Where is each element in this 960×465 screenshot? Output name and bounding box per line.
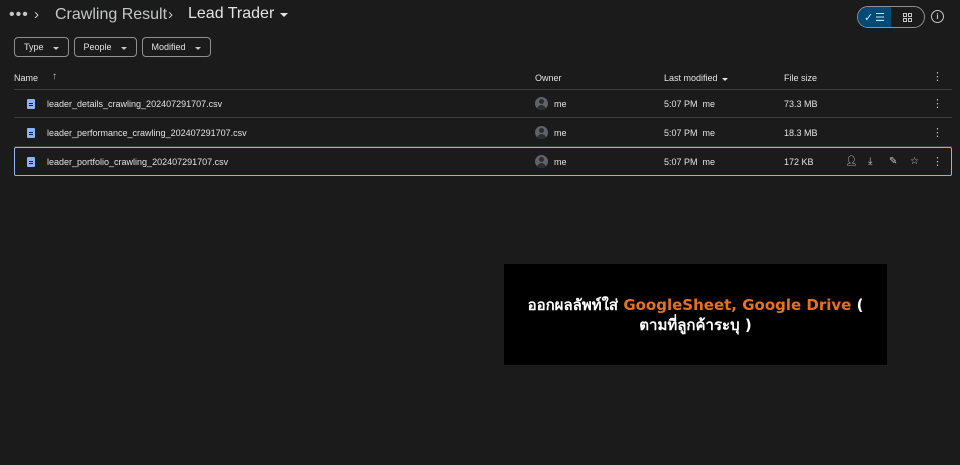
file-size: 73.3 MB	[784, 99, 818, 109]
filter-modified-label: Modified	[151, 42, 186, 52]
caption-overlay: ออกผลลัพท์ใส่ GoogleSheet, Google Drive …	[504, 264, 887, 365]
sort-up-icon[interactable]: ↑	[52, 71, 57, 82]
dropdown-caret-icon	[280, 13, 289, 17]
chevron-down-icon	[194, 46, 201, 50]
breadcrumb-parent[interactable]: Crawling Result	[55, 6, 167, 24]
list-view-button[interactable]: ✓ ☰	[858, 7, 891, 27]
table-row[interactable]: leader_performance_crawling_202407291707…	[14, 119, 952, 147]
file-owner: me	[554, 157, 567, 167]
more-vert-icon[interactable]: ⋮	[932, 155, 943, 168]
file-name: leader_portfolio_crawling_202407291707.c…	[47, 157, 229, 167]
sort-down-icon	[721, 77, 728, 81]
download-icon[interactable]: ⤓	[868, 156, 872, 167]
info-icon[interactable]: i	[931, 10, 944, 23]
file-name: leader_details_crawling_202407291707.csv	[47, 99, 223, 109]
column-last-modified-label: Last modified	[664, 73, 718, 83]
grid-icon	[903, 12, 912, 22]
star-icon[interactable]: ☆	[910, 156, 919, 167]
more-vert-icon[interactable]: ⋮	[932, 70, 943, 83]
file-size: 172 KB	[784, 157, 814, 167]
more-vert-icon[interactable]: ⋮	[932, 126, 943, 139]
filter-bar: Type People Modified	[14, 37, 211, 57]
table-row-selected[interactable]: leader_portfolio_crawling_202407291707.c…	[14, 147, 952, 176]
filter-people-label: People	[83, 42, 112, 52]
chevron-down-icon	[120, 46, 127, 50]
view-toggle[interactable]: ✓ ☰	[857, 6, 925, 28]
current-folder-label: Lead Trader	[188, 5, 275, 22]
check-icon: ✓	[863, 11, 874, 24]
caption-prefix: ออกผลลัพท์ใส่	[527, 295, 624, 314]
chevron-down-icon	[52, 46, 59, 50]
column-name[interactable]: Name	[14, 73, 38, 83]
table-header: Name ↑ Owner Last modified File size ⋮	[14, 66, 952, 90]
avatar	[535, 155, 548, 168]
column-last-modified[interactable]: Last modified	[664, 73, 728, 83]
list-icon: ☰	[875, 11, 886, 24]
csv-file-icon	[27, 99, 35, 109]
breadcrumb-current[interactable]: Lead Trader	[188, 5, 289, 23]
filter-modified[interactable]: Modified	[141, 37, 211, 57]
csv-file-icon	[27, 157, 35, 167]
table-row[interactable]: leader_details_crawling_202407291707.csv…	[14, 90, 952, 118]
file-modified: 5:07 PM me	[664, 128, 716, 138]
file-modified: 5:07 PM me	[664, 157, 716, 167]
more-horiz-icon[interactable]: •••	[9, 6, 29, 24]
avatar	[535, 126, 548, 139]
file-size: 18.3 MB	[784, 128, 818, 138]
filter-type-label: Type	[24, 42, 44, 52]
grid-view-button[interactable]	[891, 7, 924, 27]
file-name: leader_performance_crawling_202407291707…	[47, 128, 247, 138]
file-owner: me	[554, 128, 567, 138]
share-icon[interactable]: 👤︎	[845, 156, 858, 167]
chevron-right-icon: ›	[34, 6, 39, 23]
avatar	[535, 97, 548, 110]
chevron-right-icon: ›	[168, 6, 173, 23]
more-vert-icon[interactable]: ⋮	[932, 97, 943, 110]
filter-people[interactable]: People	[73, 37, 137, 57]
column-owner: Owner	[535, 73, 562, 83]
file-modified: 5:07 PM me	[664, 99, 716, 109]
filter-type[interactable]: Type	[14, 37, 69, 57]
column-file-size: File size	[784, 73, 818, 83]
csv-file-icon	[27, 128, 35, 138]
top-bar: ••• › Crawling Result › Lead Trader ✓ ☰ …	[0, 0, 960, 34]
file-owner: me	[554, 99, 567, 109]
caption-highlight: GoogleSheet, Google Drive	[623, 295, 852, 314]
rename-icon[interactable]: ✎	[889, 156, 897, 167]
caption-text: ออกผลลัพท์ใส่ GoogleSheet, Google Drive …	[516, 295, 876, 335]
